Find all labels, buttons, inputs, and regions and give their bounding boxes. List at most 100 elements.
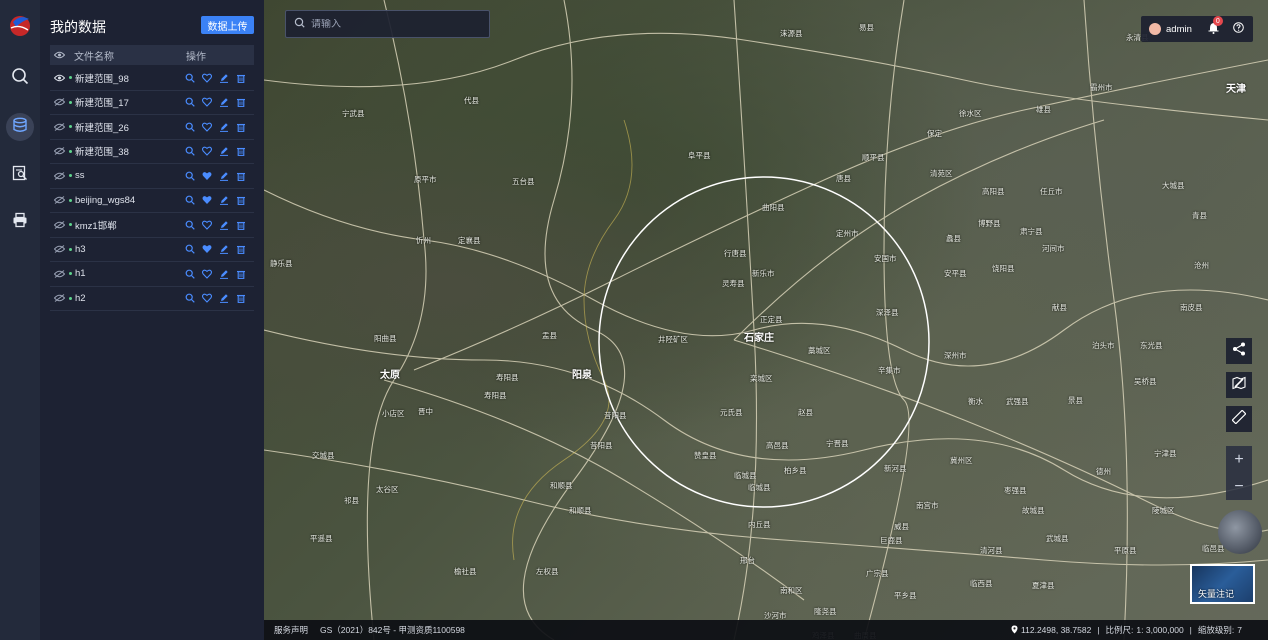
file-row[interactable]: beijing_wgs84 bbox=[50, 189, 254, 213]
zoom-to-icon[interactable] bbox=[185, 195, 195, 205]
file-row[interactable]: 新建范围_38 bbox=[50, 140, 254, 164]
map-view[interactable]: 代县 宁武县 原平市 五台县 忻州 定襄县 静乐县 阳曲县 太原 晋中 小店区 寿阳县 阳泉 盂县 交城县太… bbox=[264, 0, 1268, 640]
heart-filled-icon[interactable] bbox=[202, 195, 212, 205]
delete-icon[interactable] bbox=[236, 195, 246, 206]
place-label: 左权县 bbox=[536, 567, 559, 576]
username[interactable]: admin bbox=[1166, 24, 1192, 35]
file-row[interactable]: h3 bbox=[50, 238, 254, 262]
zoom-to-icon[interactable] bbox=[185, 97, 195, 107]
place-label: 定襄县 bbox=[458, 236, 481, 245]
zoom-in-button[interactable]: + bbox=[1226, 446, 1252, 473]
scale-value: 1: 3,000,000 bbox=[1136, 625, 1184, 635]
delete-icon[interactable] bbox=[236, 97, 246, 108]
zoom-to-icon[interactable] bbox=[185, 220, 195, 230]
file-row[interactable]: ss bbox=[50, 164, 254, 189]
file-operations bbox=[185, 146, 246, 157]
service-statement-link[interactable]: 服务声明 bbox=[274, 624, 308, 636]
heart-icon[interactable] bbox=[202, 122, 212, 132]
share-button[interactable] bbox=[1226, 338, 1252, 364]
my-data-button[interactable] bbox=[6, 113, 34, 141]
delete-icon[interactable] bbox=[236, 73, 246, 83]
eye-off-icon[interactable] bbox=[50, 122, 68, 131]
place-label: 德州 bbox=[1096, 467, 1111, 476]
status-dot bbox=[69, 174, 72, 178]
zoom-to-icon[interactable] bbox=[185, 73, 195, 83]
globe-view-button[interactable] bbox=[1218, 510, 1262, 554]
heart-icon[interactable] bbox=[202, 293, 212, 304]
delete-icon[interactable] bbox=[236, 244, 246, 255]
edit-icon[interactable] bbox=[219, 146, 229, 157]
heart-icon[interactable] bbox=[202, 73, 212, 83]
heart-filled-icon[interactable] bbox=[202, 244, 212, 254]
zoom-to-icon[interactable] bbox=[185, 269, 195, 279]
zoom-out-button[interactable]: − bbox=[1226, 473, 1252, 500]
heart-icon[interactable] bbox=[202, 146, 212, 157]
column-operations: 操作 bbox=[186, 51, 206, 63]
zoom-to-icon[interactable] bbox=[185, 122, 195, 132]
file-row[interactable]: 新建范围_26 bbox=[50, 115, 254, 140]
basemap-switcher[interactable]: 矢量注记 bbox=[1190, 564, 1255, 604]
measure-button[interactable] bbox=[1226, 406, 1252, 432]
eye-off-icon[interactable] bbox=[50, 171, 68, 180]
eye-off-icon[interactable] bbox=[50, 245, 68, 254]
avatar[interactable] bbox=[1149, 23, 1161, 35]
edit-icon[interactable] bbox=[219, 97, 229, 108]
file-name: 新建范围_17 bbox=[75, 98, 129, 110]
delete-icon[interactable] bbox=[236, 220, 246, 230]
status-dot bbox=[69, 247, 72, 251]
edit-icon[interactable] bbox=[219, 220, 229, 230]
heart-icon[interactable] bbox=[202, 97, 212, 108]
delete-icon[interactable] bbox=[236, 171, 246, 181]
file-row[interactable]: h1 bbox=[50, 262, 254, 287]
heart-icon[interactable] bbox=[202, 220, 212, 230]
edit-icon[interactable] bbox=[219, 171, 229, 181]
place-label: 寿阳县 bbox=[484, 391, 507, 400]
place-label: 宁武县 bbox=[342, 109, 365, 118]
map-search-input[interactable] bbox=[311, 18, 481, 30]
edit-icon[interactable] bbox=[219, 122, 229, 132]
edit-icon[interactable] bbox=[219, 293, 229, 304]
eye-off-icon[interactable] bbox=[50, 98, 68, 107]
eye-off-icon[interactable] bbox=[50, 220, 68, 229]
edit-icon[interactable] bbox=[219, 244, 229, 255]
file-row[interactable]: 新建范围_17 bbox=[50, 91, 254, 115]
eye-off-icon[interactable] bbox=[50, 269, 68, 278]
edit-icon[interactable] bbox=[219, 269, 229, 279]
edit-icon[interactable] bbox=[219, 73, 229, 83]
print-tool-button[interactable] bbox=[6, 208, 34, 236]
file-row[interactable]: 新建范围_98 bbox=[50, 66, 254, 91]
zoom-to-icon[interactable] bbox=[185, 146, 195, 156]
zoom-to-icon[interactable] bbox=[185, 293, 195, 303]
place-label: 交城县 bbox=[312, 451, 335, 460]
upload-data-button[interactable]: 数据上传 bbox=[201, 16, 254, 34]
notifications-button[interactable]: 0 bbox=[1207, 16, 1223, 36]
eye-icon[interactable] bbox=[50, 74, 68, 82]
delete-icon[interactable] bbox=[236, 269, 246, 279]
zoom-to-icon[interactable] bbox=[185, 244, 195, 254]
place-label: 武城县 bbox=[1046, 534, 1069, 543]
search-tool-button[interactable] bbox=[6, 64, 34, 92]
query-tool-button[interactable] bbox=[6, 161, 34, 189]
place-label: 榆社县 bbox=[454, 567, 477, 576]
place-label: 巨鹿县 bbox=[880, 536, 903, 545]
draw-tool-button[interactable] bbox=[1226, 372, 1252, 398]
location-pin-icon bbox=[1011, 625, 1018, 636]
place-label: 曲阳县 bbox=[762, 203, 785, 212]
place-label: 高阳县 bbox=[982, 187, 1005, 196]
edit-icon[interactable] bbox=[219, 195, 229, 206]
heart-icon[interactable] bbox=[202, 269, 212, 279]
delete-icon[interactable] bbox=[236, 293, 246, 304]
eye-off-icon[interactable] bbox=[50, 294, 68, 303]
eye-off-icon[interactable] bbox=[50, 147, 68, 156]
map-search-box[interactable] bbox=[285, 10, 490, 38]
zoom-to-icon[interactable] bbox=[185, 171, 195, 181]
delete-icon[interactable] bbox=[236, 146, 246, 157]
eye-off-icon[interactable] bbox=[50, 196, 68, 205]
place-label: 博野县 bbox=[978, 219, 1001, 228]
delete-icon[interactable] bbox=[236, 122, 246, 132]
heart-filled-icon[interactable] bbox=[202, 171, 212, 181]
file-row[interactable]: h2 bbox=[50, 287, 254, 311]
file-row[interactable]: kmz1邯郸 bbox=[50, 213, 254, 238]
place-label: 大城县 bbox=[1162, 181, 1185, 190]
help-button[interactable] bbox=[1233, 22, 1245, 35]
